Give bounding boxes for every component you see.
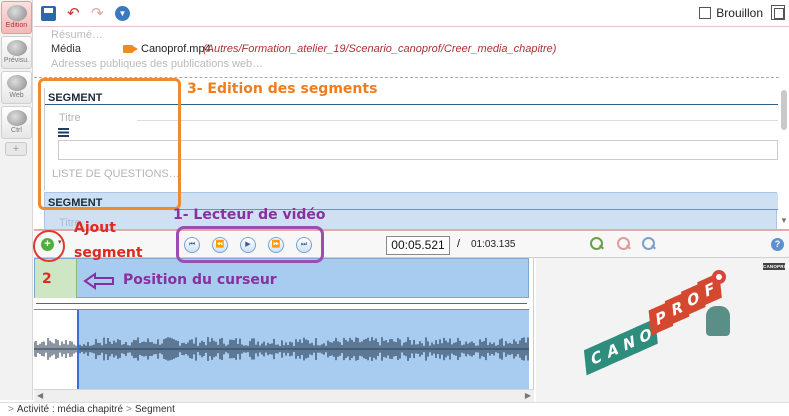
web-icon <box>6 75 27 91</box>
draft-checkbox[interactable] <box>699 7 712 19</box>
save-icon[interactable] <box>41 6 56 21</box>
tab-ctrl-label: Ctrl <box>11 127 22 134</box>
playhead-cursor[interactable] <box>77 310 79 389</box>
undo-icon[interactable]: ↶ <box>67 6 82 21</box>
video-watermark: CANOPROF <box>763 263 789 270</box>
video-file-icon <box>123 45 138 53</box>
breadcrumb-separator: > <box>126 404 132 415</box>
figurine-shape <box>706 306 730 336</box>
scroll-right-icon[interactable]: ▶ <box>525 391 531 400</box>
zoom-in-icon[interactable] <box>590 237 604 251</box>
editor-scrollbar[interactable]: ▼ <box>779 28 789 229</box>
zoom-fit-icon[interactable] <box>642 237 656 251</box>
annotation-box-player <box>176 226 324 263</box>
help-icon[interactable]: ? <box>771 238 784 251</box>
resume-field[interactable]: Résumé… <box>51 29 103 41</box>
tab-ctrl[interactable]: Ctrl <box>1 106 32 139</box>
breadcrumb-item[interactable]: Activité : média chapitré <box>17 404 123 415</box>
tab-web-label: Web <box>9 92 24 99</box>
annotation-number-2: 2 <box>42 271 52 287</box>
time-ruler[interactable] <box>34 298 529 310</box>
public-addresses-field[interactable]: Adresses publiques des publications web… <box>51 58 263 70</box>
media-label: Média <box>51 43 81 55</box>
timeline-scrollbar[interactable]: ◀ ▶ <box>34 389 534 402</box>
map-pin-icon <box>712 270 726 284</box>
player-bar: + ▾ ⏮ ⏪ ▶ ⏩ ⏭ 00:05.521 / 01:03.135 ? <box>34 232 789 258</box>
current-time-input[interactable]: 00:05.521 <box>386 236 450 255</box>
annotation-circle-add <box>33 230 65 262</box>
preview-icon <box>6 40 27 56</box>
tab-web[interactable]: Web <box>1 71 32 104</box>
zoom-out-icon[interactable] <box>617 237 631 251</box>
draft-toggle[interactable]: Brouillon <box>699 6 763 20</box>
edition-icon <box>6 5 27 21</box>
ctrl-icon <box>6 110 27 126</box>
scroll-left-icon[interactable]: ◀ <box>37 391 43 400</box>
canoprof-letter-board: CANOPROF <box>582 270 724 379</box>
annotation-add-text-2: segment <box>74 245 143 261</box>
annotation-player-text: 1- Lecteur de vidéo <box>173 207 326 223</box>
waveform-graph <box>34 337 529 361</box>
breadcrumb: > Activité : média chapitré > Segment <box>0 402 789 416</box>
total-duration: 01:03.135 <box>471 239 516 250</box>
add-tab-button[interactable]: + <box>5 142 27 156</box>
titre-input-line[interactable] <box>137 120 778 121</box>
tab-preview[interactable]: Prévisu. <box>1 36 32 69</box>
breadcrumb-separator: > <box>8 404 14 415</box>
media-file-name[interactable]: Canoprof.mp4 <box>141 43 211 55</box>
scroll-down-icon[interactable]: ▼ <box>780 216 788 225</box>
top-toolbar: ↶ ↷ ▼ Brouillon <box>34 0 789 27</box>
media-meta: Résumé… Média Canoprof.mp4 (Autres/Forma… <box>34 28 779 74</box>
waveform[interactable] <box>34 310 529 389</box>
annotation-cursor-text: Position du curseur <box>123 272 277 288</box>
scrollbar-thumb[interactable] <box>781 90 787 130</box>
annotation-add-text-1: Ajout <box>74 220 116 236</box>
annotation-box-edition <box>38 78 181 210</box>
tab-edition-label: Edition <box>5 22 28 29</box>
draft-label: Brouillon <box>716 6 763 20</box>
breadcrumb-item[interactable]: Segment <box>135 404 175 415</box>
redo-icon[interactable]: ↷ <box>91 6 106 21</box>
video-preview[interactable]: CANOPROF CANOPROF <box>536 258 789 402</box>
annotation-edition-text: 3- Edition des segments <box>187 81 378 97</box>
annotation-arrow-icon <box>83 272 114 290</box>
chevron-down-icon[interactable]: ▼ <box>115 6 130 21</box>
time-separator: / <box>457 238 461 250</box>
window-icon[interactable] <box>771 5 785 20</box>
app-window: Edition Prévisu. Web Ctrl + ↶ ↷ ▼ Brouil… <box>0 0 789 416</box>
tab-preview-label: Prévisu. <box>3 57 30 64</box>
media-file-path[interactable]: (Autres/Formation_atelier_19/Scenario_ca… <box>203 43 556 55</box>
side-tabs: Edition Prévisu. Web Ctrl + <box>0 0 33 400</box>
tab-edition[interactable]: Edition <box>1 1 32 34</box>
